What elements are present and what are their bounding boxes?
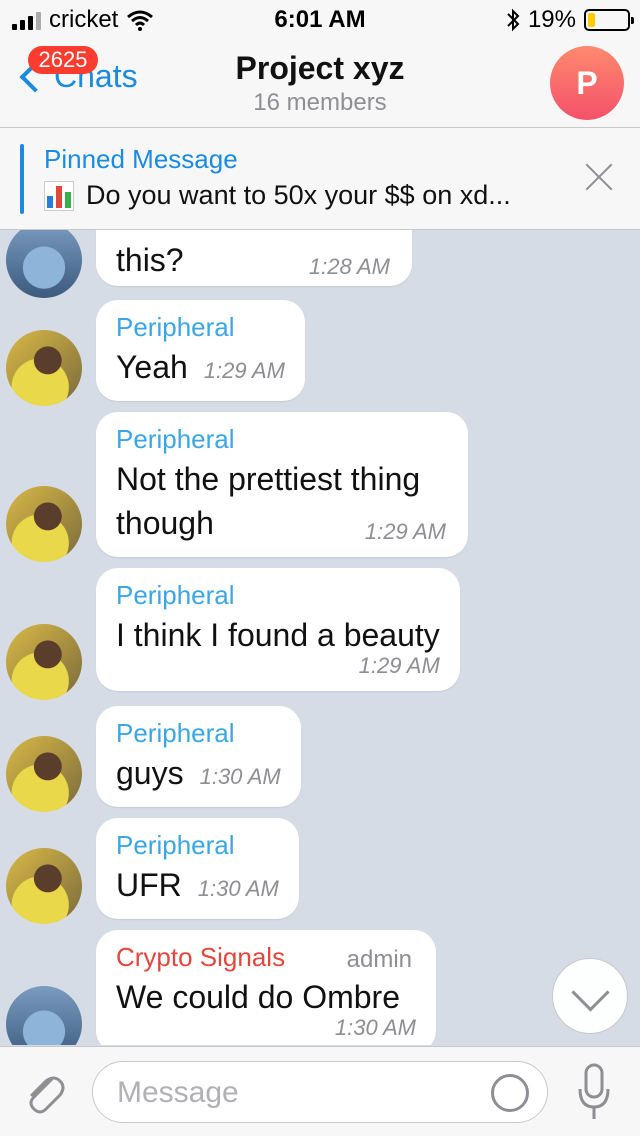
chat-title-block[interactable]: Project xyz 16 members <box>0 50 640 117</box>
message-text: guys <box>116 755 184 791</box>
paperclip-icon[interactable] <box>22 1067 66 1117</box>
sticker-icon[interactable] <box>491 1074 529 1112</box>
pinned-text: Do you want to 50x your $$ on xd... <box>86 180 511 210</box>
avatar[interactable] <box>6 330 82 406</box>
message-text: UFR <box>116 867 182 903</box>
message-time: 1:29 AM <box>364 519 446 544</box>
battery-icon <box>584 9 634 31</box>
message-list[interactable]: this? 1:28 AM Peripheral Yeah 1:29 AM Per… <box>0 230 640 1045</box>
message-bubble[interactable]: Peripheral Yeah 1:29 AM <box>96 300 305 401</box>
message-bubble[interactable]: this? 1:28 AM <box>96 230 412 286</box>
pinned-indicator <box>20 144 24 214</box>
bar-chart-icon <box>44 180 74 211</box>
sender-name[interactable]: Peripheral <box>116 718 281 749</box>
message-time: 1:30 AM <box>197 876 279 901</box>
message-text: I think I found a beauty <box>116 617 440 653</box>
chat-header: Chats 2625 Project xyz 16 members P <box>0 40 640 128</box>
member-count: 16 members <box>253 89 387 116</box>
battery-percent: 19% <box>527 6 576 33</box>
message-time: 1:28 AM <box>308 254 390 279</box>
composer: Message <box>0 1046 640 1136</box>
scroll-to-bottom-button[interactable] <box>552 958 628 1034</box>
avatar[interactable] <box>6 986 82 1045</box>
sender-name[interactable]: Peripheral <box>116 580 440 611</box>
pinned-message[interactable]: Pinned Message Do you want to 50x your $… <box>0 128 640 230</box>
group-avatar[interactable]: P <box>550 46 624 120</box>
pinned-preview: Do you want to 50x your $$ on xd... <box>44 180 511 211</box>
sender-name[interactable]: Peripheral <box>116 312 285 343</box>
message-bubble[interactable]: Crypto Signals admin We could do Ombre 1… <box>96 930 436 1045</box>
message-bubble[interactable]: Peripheral I think I found a beauty 1:29… <box>96 568 460 691</box>
pinned-title: Pinned Message <box>44 144 238 174</box>
message-input[interactable]: Message <box>92 1061 548 1123</box>
message-text: Yeah <box>116 349 188 385</box>
message-text: We could do Ombre <box>116 979 400 1015</box>
admin-label: admin <box>346 946 412 973</box>
message-placeholder: Message <box>117 1076 239 1109</box>
message-time: 1:29 AM <box>203 358 285 383</box>
avatar[interactable] <box>6 848 82 924</box>
bluetooth-icon <box>507 8 520 32</box>
status-bar: cricket 6:01 AM 19% <box>0 0 640 40</box>
sender-name[interactable]: Peripheral <box>116 424 448 455</box>
message-text: this? <box>116 242 184 278</box>
sender-name[interactable]: Peripheral <box>116 830 279 861</box>
message-bubble[interactable]: Peripheral Not the prettiest thing thoug… <box>96 412 468 557</box>
avatar[interactable] <box>6 736 82 812</box>
status-right: 19% <box>506 6 634 34</box>
close-icon[interactable] <box>584 162 614 192</box>
avatar[interactable] <box>6 486 82 562</box>
chat-title: Project xyz <box>235 50 405 86</box>
message-bubble[interactable]: Peripheral UFR 1:30 AM <box>96 818 299 919</box>
message-bubble[interactable]: Peripheral guys 1:30 AM <box>96 706 301 807</box>
message-time: 1:30 AM <box>199 764 281 789</box>
avatar[interactable] <box>6 230 82 298</box>
microphone-icon[interactable] <box>576 1063 612 1121</box>
battery-fill <box>588 13 596 27</box>
avatar[interactable] <box>6 624 82 700</box>
